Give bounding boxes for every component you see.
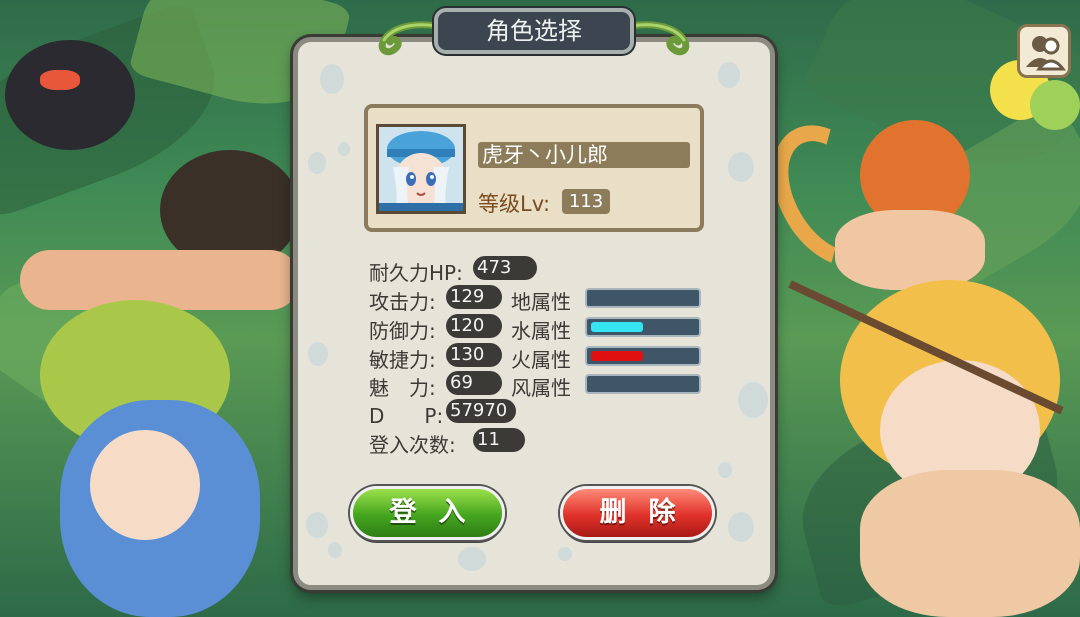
attr-bar-earth [585, 288, 701, 308]
level-value: 113 [562, 189, 610, 214]
friends-icon [1026, 36, 1067, 71]
dark-creature [5, 40, 135, 150]
attr-bar-water [585, 317, 701, 337]
stat-value-login-count: 11 [473, 428, 525, 452]
stat-label-attack: 攻击力: [369, 290, 436, 314]
stat-label-hp: 耐久力HP: [369, 261, 463, 285]
dialog-title: 角色选择 [434, 8, 634, 54]
attr-label-wind: 风属性 [511, 376, 571, 400]
level-label: 等级Lv: [478, 192, 551, 216]
character-avatar [376, 124, 466, 214]
character-card[interactable]: 虎牙丶小儿郎 等级Lv: 113 [364, 104, 704, 232]
delete-button[interactable]: 删除 [560, 486, 715, 540]
attr-label-water: 水属性 [511, 319, 571, 343]
stat-value-agility: 130 [446, 343, 502, 367]
stat-label-login-count: 登入次数: [369, 433, 456, 457]
stat-value-charm: 69 [446, 371, 502, 395]
character-name: 虎牙丶小儿郎 [478, 142, 690, 168]
stat-label-charm: 魅 力: [369, 376, 436, 400]
stat-label-agility: 敏捷力: [369, 348, 436, 372]
login-button[interactable]: 登入 [350, 486, 505, 540]
attr-bar-wind [585, 374, 701, 394]
attr-label-earth: 地属性 [511, 290, 571, 314]
stat-value-defense: 120 [446, 314, 502, 338]
right-vine-ornament [627, 21, 690, 56]
stat-value-hp: 473 [473, 256, 537, 280]
friends-button[interactable] [1017, 24, 1071, 78]
stat-label-defense: 防御力: [369, 319, 436, 343]
stat-label-dp: D P: [369, 404, 444, 428]
attr-label-fire: 火属性 [511, 348, 571, 372]
stat-value-attack: 129 [446, 285, 502, 309]
attr-bar-fire [585, 346, 701, 366]
left-vine-ornament [378, 21, 441, 56]
stat-value-dp: 57970 [446, 399, 516, 423]
